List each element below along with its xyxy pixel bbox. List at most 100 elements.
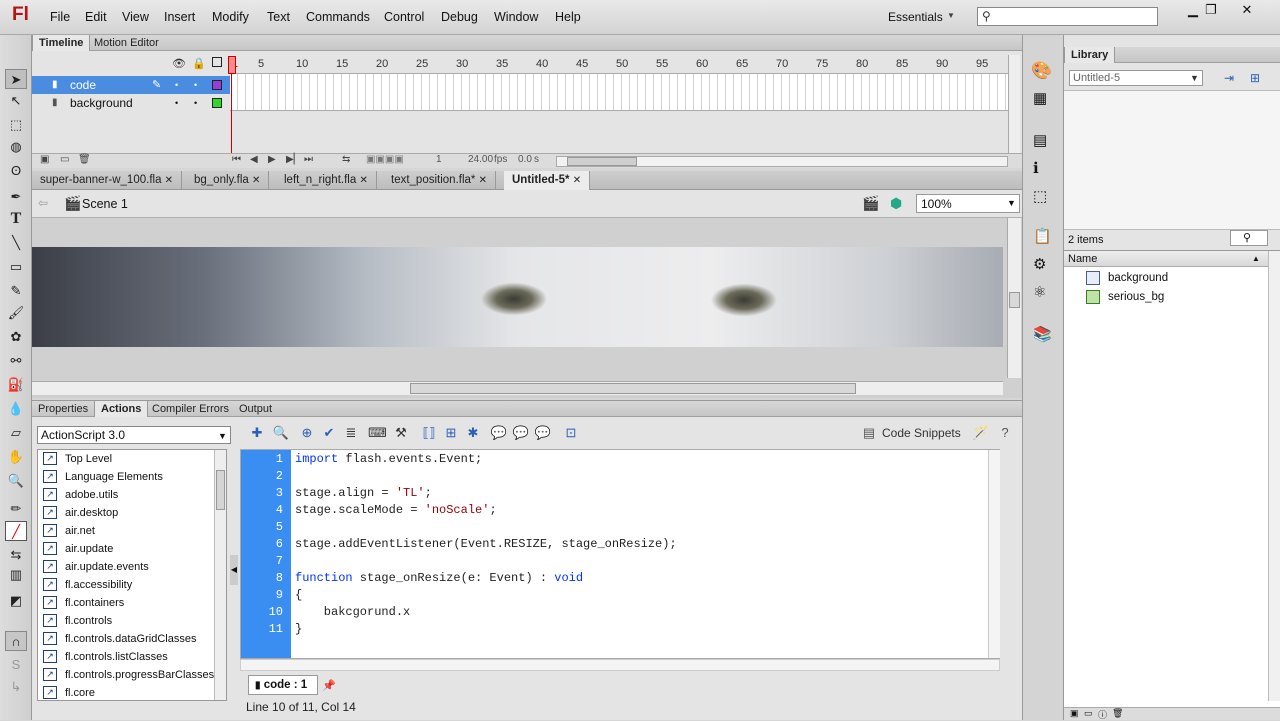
code-line[interactable]: stage.align = 'TL'; — [295, 486, 432, 500]
collapse-selection-icon[interactable]: ⊞ — [442, 424, 460, 442]
swatches-panel-icon[interactable]: ▦ — [1033, 89, 1047, 107]
library-document-select[interactable]: Untitled-5 ▼ — [1069, 70, 1203, 86]
outline-icon[interactable] — [212, 57, 222, 67]
doc-tab[interactable]: left_n_right.fla ✕ — [276, 171, 377, 190]
code-snippets-panel-icon[interactable]: 📋 — [1033, 227, 1052, 245]
menu-commands[interactable]: Commands — [306, 10, 370, 24]
stage-cat-image[interactable] — [32, 247, 1003, 347]
tree-item[interactable]: ↗ Top Level — [38, 450, 226, 468]
code-line[interactable]: } — [295, 622, 302, 636]
layer-row-code[interactable]: ▮ code ✎ • • — [32, 76, 230, 94]
new-library-panel-icon[interactable]: ⊞ — [1250, 71, 1260, 85]
library-item[interactable]: serious_bg — [1086, 288, 1164, 306]
timeline-h-scrollbar[interactable] — [556, 156, 1008, 167]
menu-debug[interactable]: Debug — [441, 10, 478, 24]
apply-block-comment-icon[interactable]: 💬 — [490, 424, 508, 442]
menu-insert[interactable]: Insert — [164, 10, 195, 24]
tree-item[interactable]: ↗ fl.controls — [38, 612, 226, 630]
motion-presets-panel-icon[interactable]: ⚛ — [1033, 283, 1046, 301]
new-folder-icon[interactable]: ▭ — [1084, 708, 1093, 719]
menu-edit[interactable]: Edit — [85, 10, 107, 24]
close-icon[interactable]: ✕ — [479, 175, 487, 186]
lasso-tool-icon[interactable]: ʘ — [5, 161, 27, 181]
back-arrow-icon[interactable]: ⇦ — [38, 196, 48, 210]
apply-line-comment-icon[interactable]: 💬 — [512, 424, 530, 442]
check-syntax-icon[interactable]: ✔ — [320, 424, 338, 442]
play-icon[interactable]: ▶ — [268, 154, 276, 165]
code-line[interactable]: stage.scaleMode = 'noScale'; — [295, 503, 497, 517]
deco-tool-icon[interactable]: ✿ — [5, 327, 27, 347]
doc-tab[interactable]: text_position.fla* ✕ — [383, 171, 496, 190]
code-snippets-button[interactable]: Code Snippets — [882, 426, 961, 440]
splitter-handle[interactable]: ◀ — [230, 555, 238, 585]
tab-properties[interactable]: Properties — [32, 401, 94, 417]
menu-help[interactable]: Help — [555, 10, 581, 24]
lock-dot[interactable]: • — [194, 94, 197, 112]
delete-icon[interactable]: 🗑 — [1112, 708, 1123, 719]
fill-color-icon[interactable]: ╱ — [5, 521, 27, 541]
align-panel-icon[interactable]: ▤ — [1033, 131, 1047, 149]
loop-icon[interactable]: ⇆ — [342, 154, 350, 165]
code-line[interactable]: function stage_onResize(e: Event) : void — [295, 571, 583, 585]
eraser-tool-icon[interactable]: ▱ — [5, 423, 27, 443]
layer-color-swatch[interactable] — [212, 98, 222, 108]
find-icon[interactable]: 🔍 — [272, 424, 290, 442]
expand-all-icon[interactable]: ✱ — [464, 424, 482, 442]
menu-modify[interactable]: Modify — [212, 10, 249, 24]
brush-tool-icon[interactable]: 🖌 — [5, 303, 27, 323]
stage-v-scrollbar[interactable] — [1007, 218, 1021, 378]
insert-target-path-icon[interactable]: ⊕ — [298, 424, 316, 442]
zoom-select[interactable]: 100% ▼ — [916, 194, 1020, 213]
visibility-dot[interactable]: • — [175, 76, 178, 94]
help-icon[interactable]: ? — [996, 424, 1014, 442]
properties-icon[interactable]: ⓘ — [1098, 708, 1107, 721]
show-hide-toolbox-icon[interactable]: ⊡ — [562, 424, 580, 442]
stroke-color-icon[interactable]: ✏ — [5, 499, 27, 519]
tree-item[interactable]: ↗ fl.containers — [38, 594, 226, 612]
subselection-tool-icon[interactable]: ↖ — [5, 91, 27, 111]
actions-toolbox[interactable]: ↗ Top Level ↗ Language Elements ↗ adobe.uti… — [37, 449, 227, 701]
close-button[interactable]: ✕ — [1230, 0, 1264, 20]
new-symbol-icon[interactable]: ▣ — [1070, 708, 1079, 719]
step-forward-icon[interactable]: ▶▏ — [286, 154, 301, 165]
tab-output[interactable]: Output — [233, 401, 278, 417]
lock-icon[interactable]: 🔒 — [192, 57, 206, 70]
layer-color-swatch[interactable] — [212, 80, 222, 90]
components-panel-icon[interactable]: ⚙ — [1033, 255, 1046, 273]
library-v-scrollbar[interactable] — [1268, 251, 1280, 701]
menu-view[interactable]: View — [122, 10, 149, 24]
menu-text[interactable]: Text — [267, 10, 290, 24]
actionscript-version-select[interactable]: ActionScript 3.0 ▼ — [37, 426, 231, 444]
text-tool-icon[interactable]: T — [5, 209, 27, 229]
editor-h-scrollbar[interactable] — [240, 659, 1000, 671]
3d-rotation-tool-icon[interactable]: ◍ — [5, 137, 27, 157]
paint-bucket-tool-icon[interactable]: ⛽ — [5, 375, 27, 395]
eye-icon[interactable]: 👁 — [172, 57, 186, 70]
free-transform-tool-icon[interactable]: ⬚ — [5, 115, 27, 135]
library-item[interactable]: background — [1086, 269, 1168, 287]
tree-item[interactable]: ↗ fl.core — [38, 684, 226, 700]
swap-colors-icon[interactable]: ⇆ — [5, 545, 27, 565]
scroll-thumb[interactable] — [1009, 292, 1020, 308]
hand-tool-icon[interactable]: ✋ — [5, 447, 27, 467]
stage-area[interactable] — [32, 218, 1022, 398]
first-frame-icon[interactable]: ⏮ — [232, 154, 241, 165]
code-line[interactable]: stage.addEventListener(Event.RESIZE, sta… — [295, 537, 677, 551]
help-search-input[interactable]: ⚲ — [977, 7, 1158, 26]
frames-grid[interactable] — [230, 73, 1008, 111]
stage-h-scrollbar[interactable] — [32, 381, 1003, 395]
wand-icon[interactable]: 🪄 — [972, 424, 990, 442]
current-frame[interactable]: 1 — [436, 154, 442, 165]
edit-symbols-icon[interactable]: ⬢ — [890, 195, 902, 212]
color-panel-icon[interactable]: 🎨 — [1031, 61, 1052, 81]
new-layer-icon[interactable]: ▣ — [40, 154, 49, 165]
info-panel-icon[interactable]: ℹ — [1033, 159, 1039, 177]
tree-item[interactable]: ↗ Language Elements — [38, 468, 226, 486]
rectangle-tool-icon[interactable]: ▭ — [5, 257, 27, 277]
workspace-switcher[interactable]: Essentials — [888, 10, 943, 24]
library-list[interactable]: Name ▲ background serious_bg — [1064, 250, 1280, 720]
layer-row-background[interactable]: ▮ background • • — [32, 94, 230, 112]
menu-file[interactable]: File — [50, 10, 70, 24]
column-header-name[interactable]: Name ▲ — [1064, 251, 1268, 267]
tab-compiler-errors[interactable]: Compiler Errors — [146, 401, 235, 417]
